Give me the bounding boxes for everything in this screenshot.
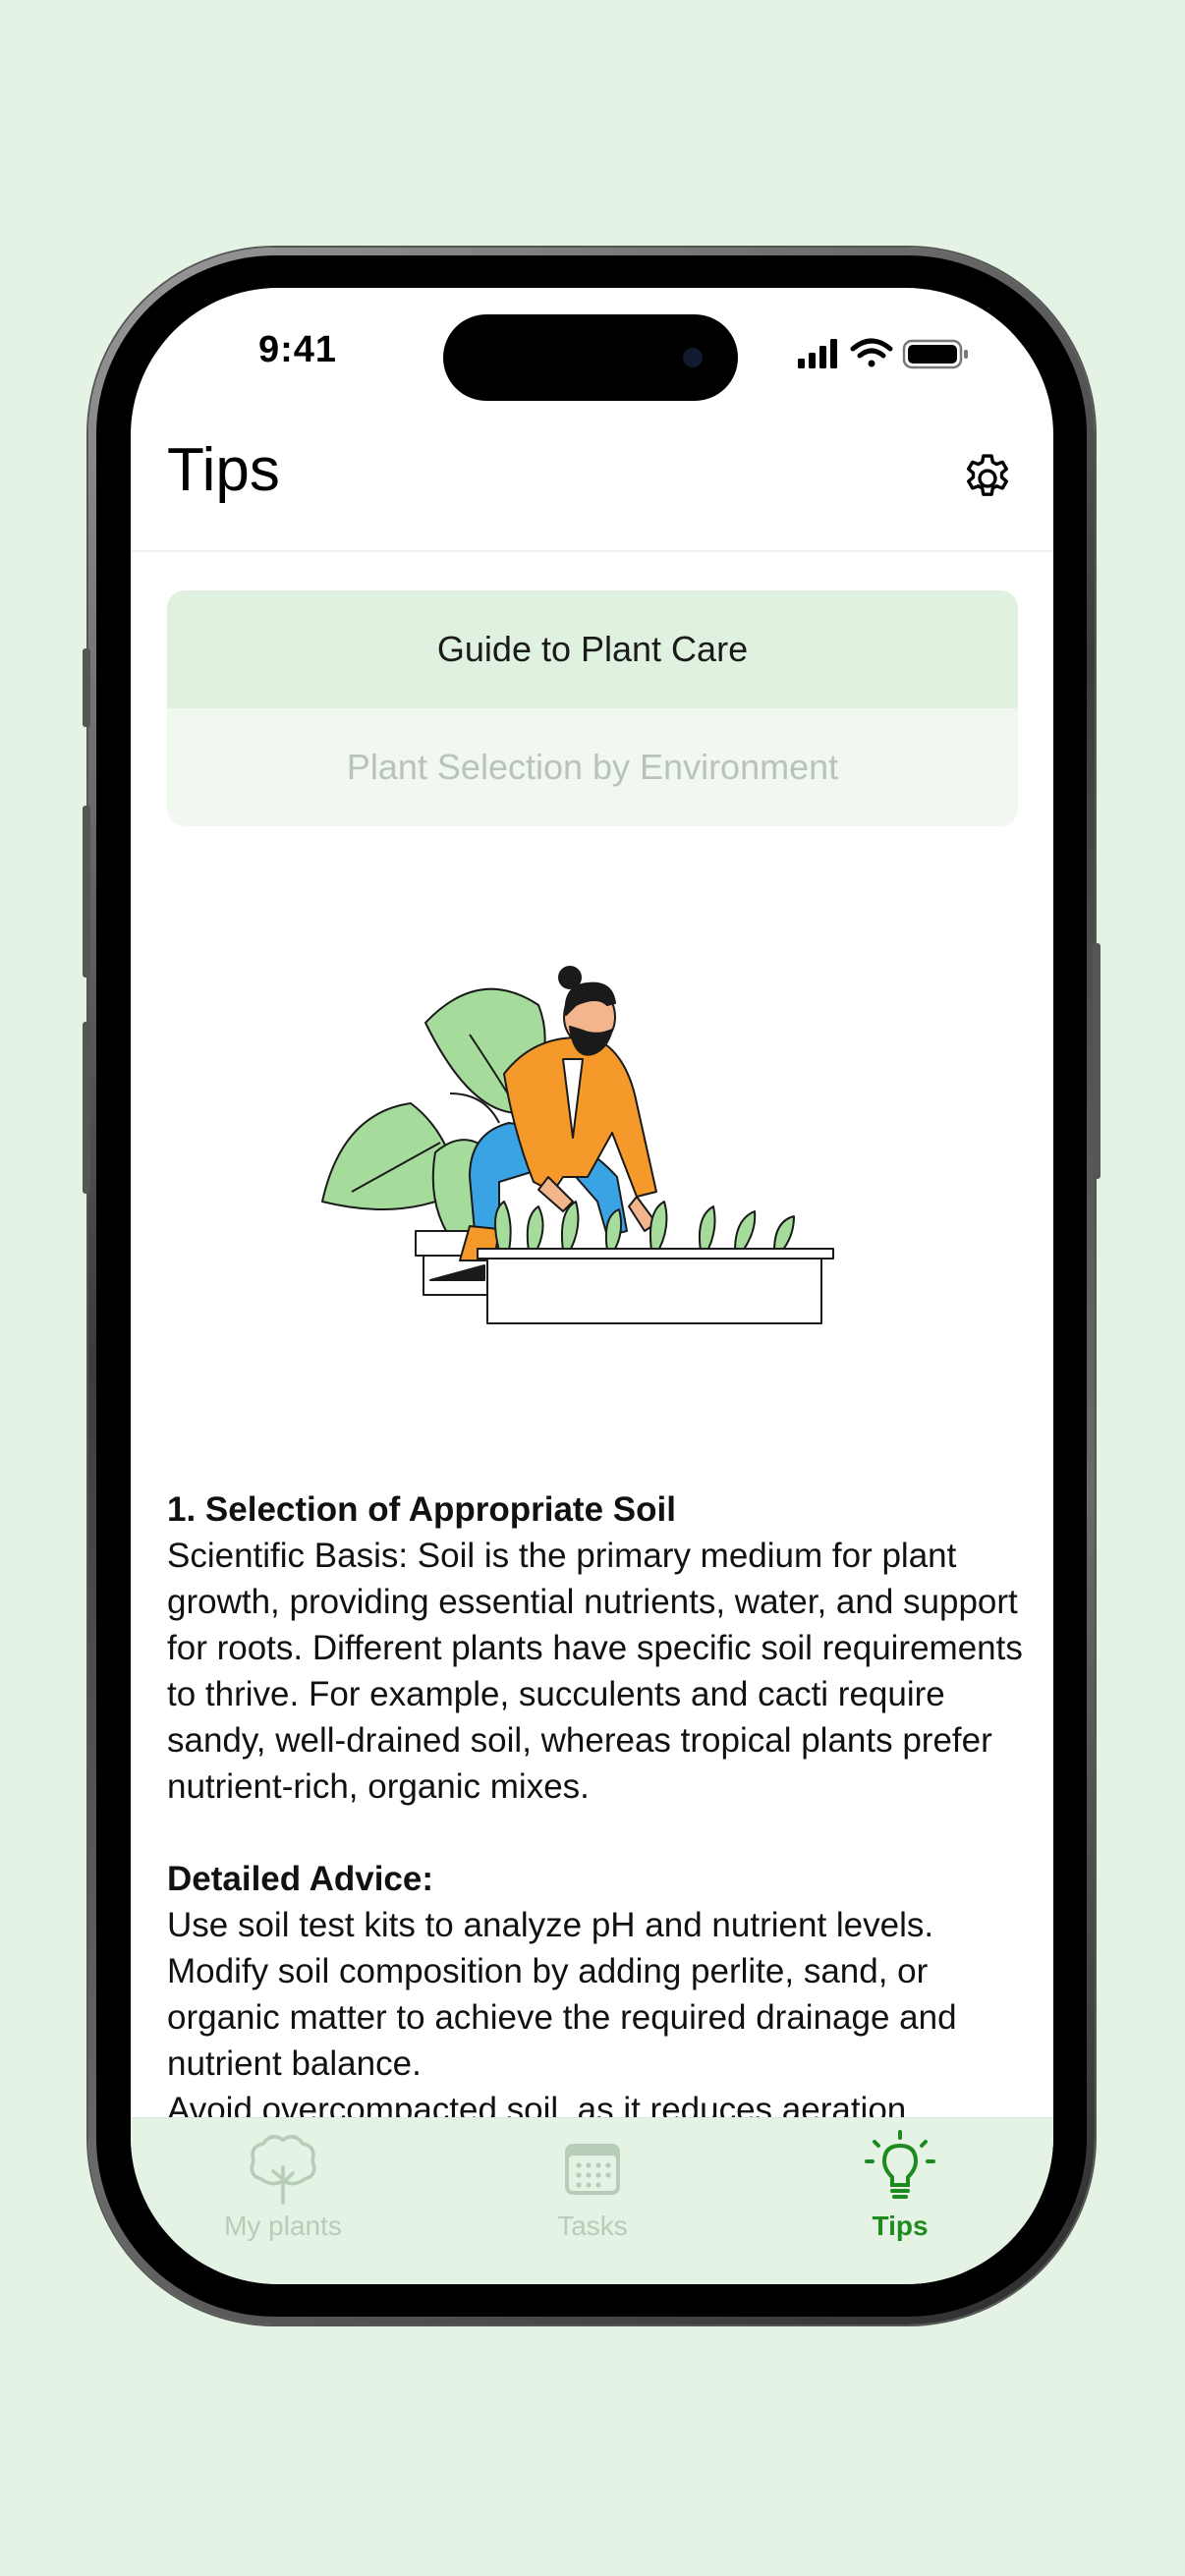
camera-icon	[683, 348, 703, 367]
volume-down-button	[83, 1022, 90, 1194]
app-screen: 9:41 Tips Guide to Plant Care Plant Sele…	[131, 288, 1053, 2284]
section-title: 1. Selection of Appropriate Soil	[167, 1490, 676, 1529]
section-paragraph: Scientific Basis: Soil is the primary me…	[167, 1537, 1023, 1806]
battery-icon	[902, 339, 968, 369]
header-divider	[131, 550, 1053, 552]
advice-title: Detailed Advice:	[167, 1860, 434, 1898]
signal-icon	[798, 339, 837, 368]
tab-my-plants[interactable]: My plants	[185, 2118, 381, 2284]
advice-item: Modify soil composition by adding perlit…	[167, 1952, 957, 2083]
page-title: Tips	[167, 436, 280, 504]
segment-plant-selection[interactable]: Plant Selection by Environment	[167, 708, 1018, 826]
lightbulb-icon	[865, 2130, 935, 2199]
article-content: 1. Selection of Appropriate Soil Scienti…	[167, 1486, 1032, 2133]
advice-item: Use soil test kits to analyze pH and nut…	[167, 1906, 934, 1944]
tab-label: Tips	[872, 2211, 929, 2241]
segment-label: Plant Selection by Environment	[346, 747, 839, 787]
status-time: 9:41	[258, 329, 338, 370]
calendar-icon	[565, 2144, 620, 2195]
volume-up-button	[83, 806, 90, 978]
status-icons	[798, 338, 968, 369]
tab-bar: My plants Tasks Tips	[131, 2117, 1053, 2284]
wifi-icon	[850, 338, 893, 367]
power-button	[1093, 943, 1100, 1179]
tab-label: My plants	[224, 2211, 342, 2241]
gear-icon[interactable]	[959, 450, 1016, 507]
tab-tips[interactable]: Tips	[802, 2118, 998, 2284]
segment-label: Guide to Plant Care	[436, 629, 749, 669]
segment-guide-to-plant-care[interactable]: Guide to Plant Care	[167, 590, 1018, 708]
tab-label: Tasks	[557, 2211, 628, 2241]
gardener-illustration	[321, 966, 834, 1324]
dynamic-island	[443, 314, 738, 401]
action-button	[83, 648, 90, 727]
tree-icon	[250, 2135, 316, 2205]
tab-tasks[interactable]: Tasks	[494, 2118, 691, 2284]
